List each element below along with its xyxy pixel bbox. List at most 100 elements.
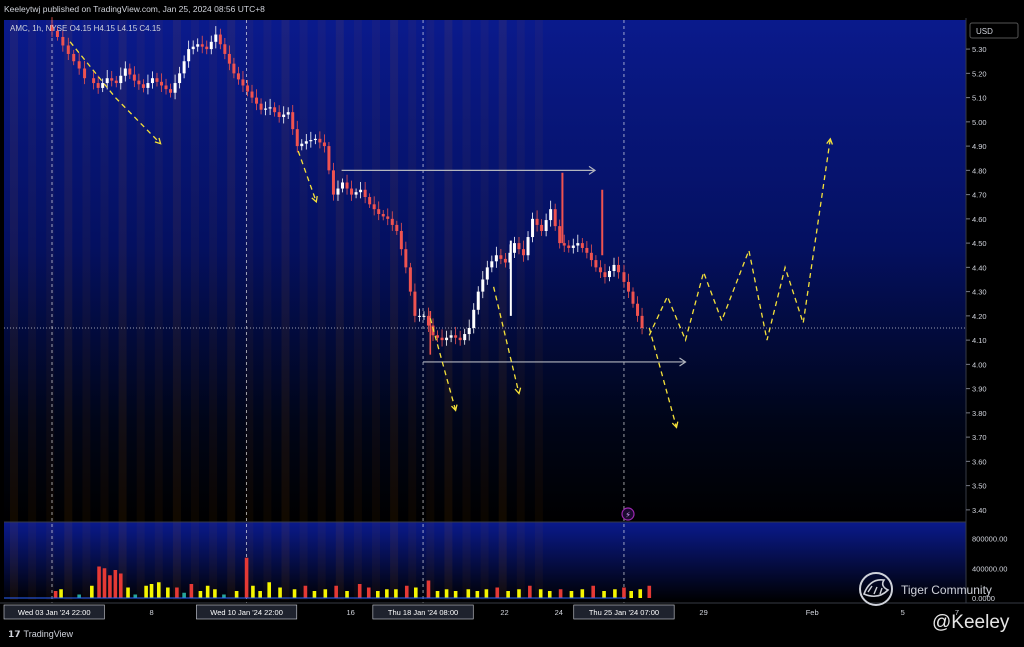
candle-body [232,63,236,74]
tradingview-logo-icon: 𝟭𝟳 [8,629,21,639]
candle-body [377,209,381,215]
volume-bar [528,585,532,598]
candle-body [422,315,426,317]
session-band [426,20,435,600]
time-label: Thu 18 Jan '24 08:00 [388,608,458,617]
time-label: Thu 25 Jan '24 07:00 [589,608,659,617]
volume-bar [53,591,58,598]
volume-bar [144,585,148,598]
time-tick-label: 5 [901,608,905,617]
candle-body [327,146,331,171]
candle-body [300,143,304,147]
session-band [227,20,236,600]
candle-body [445,337,449,341]
volume-bar [569,591,574,598]
candle-body [255,97,259,104]
candle-body [512,243,516,253]
currency-label: USD [976,27,993,36]
volume-bar [345,591,349,598]
candle-body [540,224,544,231]
session-band [444,20,453,600]
price-tick-label: 4.70 [972,191,987,200]
candle-body [141,84,145,88]
candle-body [291,112,295,130]
volume-bar [404,585,409,598]
candle-body [205,46,209,50]
symbol-legend[interactable]: AMC, 1h, NYSE O4.15 H4.15 L4.15 C4.15 [10,24,161,33]
price-axis[interactable] [966,18,1024,603]
candle-body [72,53,76,62]
price-tick-label: 3.70 [972,433,987,442]
candle-body [567,245,571,248]
candle-body [277,112,281,118]
session-band [372,20,380,600]
candle-body [576,243,580,246]
candle-body [589,252,593,261]
price-chart[interactable]: 5.30 5.20 5.10 5.00 4.90 4.80 4.70 4.60 4.50 4.40… [0,0,1024,647]
session-band [46,20,55,600]
session-band [317,20,326,600]
candle-body [218,34,222,45]
candle-body [454,335,458,338]
candle-body [345,182,349,189]
candle-body [313,138,317,141]
candle-body [386,216,390,219]
candle-body [273,107,277,113]
candle-body [182,61,186,74]
candle-body [390,218,394,225]
candle-body [499,255,503,259]
candle-body [132,74,136,81]
price-tick-label: 5.00 [972,118,987,127]
candle-body [622,272,626,282]
price-tick-label: 5.20 [972,69,987,78]
author-handle: @Keeley [932,612,1010,633]
volume-bar [495,587,500,598]
session-band [172,20,181,600]
price-tick-label: 3.90 [972,385,987,394]
candle-body [331,170,335,195]
candle-body [558,226,562,244]
tradingview-logo[interactable]: 𝟭𝟳 TradingView [8,629,73,640]
price-tick-label: 3.50 [972,482,987,491]
time-tick-label: Feb [806,608,819,617]
candle-body [640,315,644,328]
volume-bar [267,582,271,598]
session-band [10,20,18,600]
volume-bar [234,591,239,598]
session-band [353,20,362,600]
time-label: Wed 10 Jan '24 22:00 [210,608,283,617]
price-tick-label: 4.20 [972,312,987,321]
candle-body [169,89,173,93]
candle-body [128,68,132,75]
volume-bar [647,585,652,598]
volume-bar [506,591,510,598]
candle-body [83,68,87,79]
volume-bar [198,591,203,598]
candle-body [612,264,616,271]
candle-body [549,209,553,221]
candle-body [463,334,467,341]
candle-body [123,68,127,76]
session-band [480,20,489,600]
candle-body [381,214,385,217]
candle-body [322,142,326,147]
volume-bar [426,580,431,598]
volume-bar [59,589,63,598]
volume-bar [102,568,107,598]
candle-body [636,303,640,316]
candle-body [395,224,399,231]
candle-body [245,85,249,92]
volume-bar [189,584,194,598]
volume-bar [156,582,161,598]
candle-body [544,220,548,231]
candle-body [467,327,471,335]
volume-bar [278,587,282,598]
volume-bar [638,589,643,598]
candle-body [259,103,263,110]
volume-bar [113,570,118,598]
volume-bar [251,585,255,598]
volume-bar [118,573,123,598]
volume-bar [466,589,471,598]
volume-bar [538,589,543,598]
volume-bar [435,591,440,598]
